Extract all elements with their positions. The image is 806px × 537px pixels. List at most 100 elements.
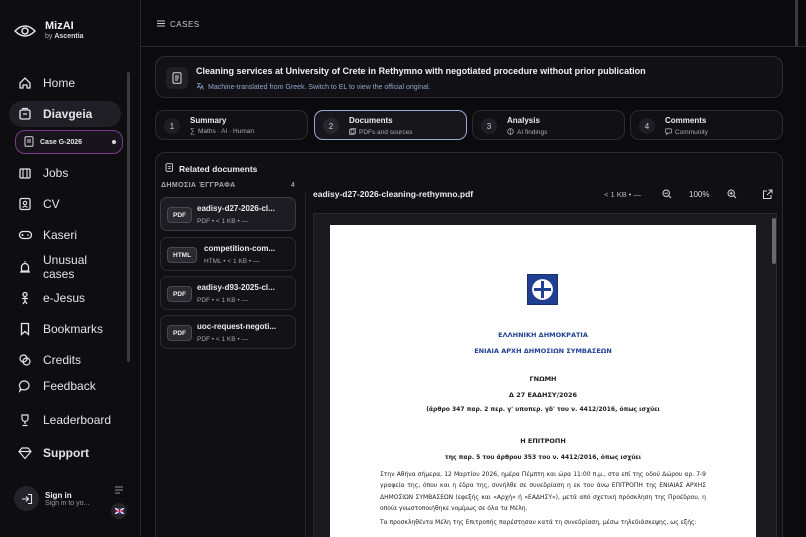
document-item[interactable]: HTML competition-com... HTML • < 1 KB • … — [160, 237, 296, 271]
sidebar-subitem-case[interactable]: Case G-2026 — [15, 130, 123, 154]
sidebar-item-label: Bookmarks — [43, 322, 104, 336]
document-meta: PDF • < 1 KB • — — [197, 297, 248, 304]
documents-heading: Related documents — [165, 163, 257, 174]
step-subtitle: ∑ Maths · AI · Human — [190, 128, 254, 135]
step-title: Summary — [190, 116, 227, 125]
list-icon — [157, 20, 165, 29]
id-card-icon — [17, 196, 33, 212]
sidebar-item-label: e-Jesus — [43, 291, 86, 305]
collapse-sidebar-icon[interactable] — [114, 481, 124, 499]
tab-summary[interactable]: 1 Summary ∑ Maths · AI · Human — [155, 110, 308, 140]
file-type-badge: HTML — [167, 247, 198, 263]
viewer-file-meta: < 1 KB • — — [604, 190, 642, 199]
step-subtitle: Community — [665, 128, 708, 137]
brand[interactable]: MizAI by Ascentia — [14, 20, 84, 41]
tab-analysis[interactable]: 3 Analysis AI findings — [472, 110, 625, 140]
trophy-icon — [17, 412, 33, 428]
file-type-badge: PDF — [167, 207, 192, 223]
sidebar-item-credits[interactable]: Credits — [9, 347, 121, 373]
coins-icon — [17, 352, 33, 368]
document-item[interactable]: PDF eadisy-d93-2025-cl... PDF • < 1 KB •… — [160, 276, 296, 310]
translation-note-text: Machine-translated from Greek. Switch to… — [208, 83, 431, 91]
sidebar-item-leaderboard[interactable]: Leaderboard — [9, 407, 121, 433]
sidebar-item-e-jesus[interactable]: e-Jesus — [9, 285, 121, 311]
tab-documents[interactable]: 2 Documents PDFs and sources — [314, 110, 467, 140]
step-number: 4 — [639, 118, 655, 134]
step-title: Documents — [349, 116, 393, 125]
list-divider — [305, 193, 306, 537]
sidebar-item-label: Home — [43, 76, 76, 90]
document-name: competition-com... — [204, 244, 276, 253]
documents-panel: Related documents ΔΗΜΟΣΙΑ ΈΓΓΡΑΦΑ 4 PDF … — [155, 152, 783, 537]
step-title: Comments — [665, 116, 707, 125]
brain-icon — [507, 128, 514, 137]
pdf-header-line: ΕΝΙΑΙΑ ΑΡΧΗ ΔΗΜΟΣΙΩΝ ΣΥΜΒΑΣΕΩΝ — [474, 347, 612, 355]
documents-heading-label: Related documents — [179, 163, 258, 174]
sidebar-item-label: Credits — [43, 353, 82, 367]
public-documents-label: ΔΗΜΟΣΙΑ ΈΓΓΡΑΦΑ — [161, 182, 236, 189]
sidebar-item-feedback[interactable]: Feedback — [9, 373, 121, 399]
pdf-header-line: ΕΛΛΗΝΙΚΗ ΔΗΜΟΚΡΑΤΙΑ — [498, 331, 588, 339]
document-meta: HTML • < 1 KB • — — [204, 258, 260, 265]
sign-in-icon — [14, 486, 39, 511]
step-number: 3 — [481, 118, 497, 134]
document-icon — [24, 135, 34, 149]
document-name: eadisy-d27-2026-cl... — [197, 204, 275, 213]
sidebar-item-label: Feedback — [43, 379, 96, 393]
step-subtitle: AI findings — [507, 128, 547, 137]
pdf-heading: ΓΝΩΜΗ — [529, 375, 557, 383]
brand-name: MizAI — [45, 20, 74, 32]
pdf-paragraph: Στην Αθήνα σήμερα, 12 Μαρτίου 2026, ημέρ… — [380, 471, 706, 512]
sidebar-item-jobs[interactable]: Jobs — [9, 160, 121, 186]
breadcrumb-label: CASES — [170, 20, 200, 29]
sidebar-scrollbar[interactable] — [127, 72, 130, 362]
tab-comments[interactable]: 4 Comments Community — [630, 110, 783, 140]
document-meta: PDF • < 1 KB • — — [197, 218, 248, 225]
file-type-badge: PDF — [167, 286, 192, 302]
sign-in-subtitle: Sign in to yo... — [45, 499, 90, 507]
docs-icon — [349, 128, 356, 137]
step-number: 1 — [164, 118, 180, 134]
sidebar-item-kaseri[interactable]: Kaseri — [9, 222, 121, 248]
eye-logo-icon — [14, 24, 36, 38]
sidebar-item-label: Unusual cases — [43, 253, 88, 281]
pdf-viewer[interactable]: ΕΛΛΗΝΙΚΗ ΔΗΜΟΚΡΑΤΙΑ ΕΝΙΑΙΑ ΑΡΧΗ ΔΗΜΟΣΙΩΝ… — [313, 213, 777, 537]
pdf-paragraph: Τα προσκληθέντα Μέλη της Επιτροπής παρέσ… — [380, 519, 697, 526]
main-content: CASES Cleaning services at University of… — [141, 0, 806, 537]
pdf-scrollbar[interactable] — [772, 218, 776, 264]
sidebar-item-label: Jobs — [43, 166, 69, 180]
document-name: uoc-request-negoti... — [197, 322, 277, 331]
chat-bubble-icon — [17, 378, 33, 394]
document-item[interactable]: PDF eadisy-d27-2026-cl... PDF • < 1 KB •… — [160, 197, 296, 231]
comment-icon — [665, 128, 672, 137]
sidebar-item-unusual-cases[interactable]: Unusual cases — [9, 253, 121, 281]
pdf-heading: της παρ. 5 του άρθρου 353 του ν. 4412/20… — [444, 454, 642, 461]
building-icon — [17, 165, 33, 181]
document-item[interactable]: PDF uoc-request-negoti... PDF • < 1 KB •… — [160, 315, 296, 349]
document-name: eadisy-d93-2025-cl... — [197, 283, 275, 292]
sidebar-item-diavgeia[interactable]: Diavgeia — [9, 101, 121, 127]
file-type-badge: PDF — [167, 325, 192, 341]
language-flag-icon[interactable] — [111, 503, 127, 519]
viewer-filename: eadisy-d27-2026-cleaning-rethymno.pdf — [313, 189, 474, 199]
sidebar-item-bookmarks[interactable]: Bookmarks — [9, 316, 121, 342]
sidebar-item-home[interactable]: Home — [9, 70, 121, 96]
zoom-in-icon[interactable] — [726, 188, 738, 200]
main-scrollbar[interactable] — [795, 0, 798, 46]
sidebar-subitem-label: Case G-2026 — [40, 138, 83, 146]
sidebar-item-cv[interactable]: CV — [9, 191, 121, 217]
zoom-out-icon[interactable] — [661, 188, 673, 200]
document-icon — [166, 67, 188, 89]
pdf-page: ΕΛΛΗΝΙΚΗ ΔΗΜΟΚΡΑΤΙΑ ΕΝΙΑΙΑ ΑΡΧΗ ΔΗΜΟΣΙΩΝ… — [330, 225, 756, 537]
active-dot — [112, 140, 116, 144]
documents-icon — [165, 163, 174, 174]
breadcrumb[interactable]: CASES — [157, 20, 200, 29]
case-title-card: Cleaning services at University of Crete… — [155, 56, 783, 98]
sign-in-button[interactable]: Sign in Sign in to yo... — [14, 486, 89, 511]
gamepad-icon — [17, 227, 33, 243]
pdf-heading: (άρθρο 347 παρ. 2 περ. γ' υποπερ. γδ' το… — [426, 406, 660, 413]
sidebar-item-label: Leaderboard — [43, 413, 112, 427]
pdf-heading: Η ΕΠΙΤΡΟΠΗ — [520, 437, 566, 445]
open-external-icon[interactable] — [761, 188, 773, 200]
sidebar-item-support[interactable]: Support — [9, 440, 121, 466]
